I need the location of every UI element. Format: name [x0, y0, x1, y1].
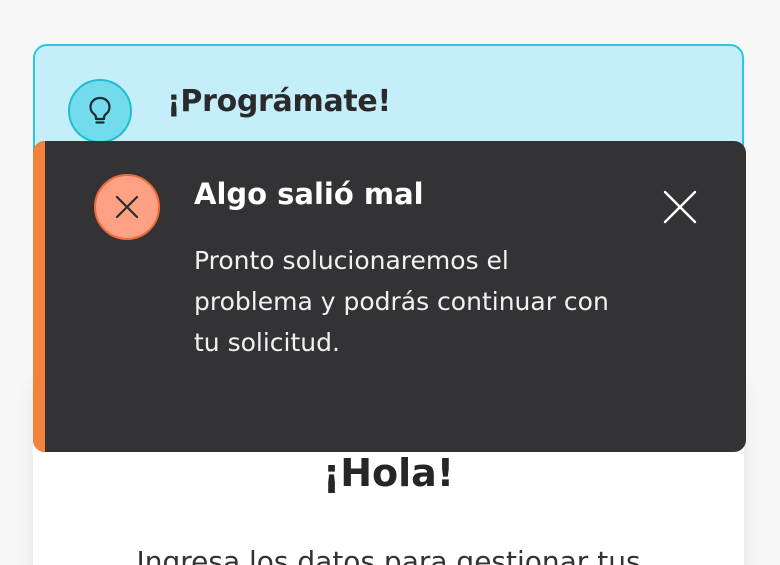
toast-title: Algo salió mal — [194, 177, 424, 211]
error-x-icon — [94, 174, 160, 240]
toast-message: Pronto solucionaremos el problema y podr… — [194, 246, 609, 357]
toast-accent-bar — [33, 141, 45, 452]
card-title: ¡Hola! — [322, 451, 455, 495]
close-icon[interactable] — [659, 186, 701, 228]
card-subtitle: Ingresa los datos para gestionar tus — [136, 545, 641, 565]
page: ¡Prográmate! ¡Hola! Ingresa los datos pa… — [0, 0, 780, 565]
lightbulb-icon — [68, 79, 132, 143]
tip-title: ¡Prográmate! — [167, 84, 391, 119]
error-toast: Algo salió mal Pronto solucionaremos el … — [33, 141, 746, 452]
